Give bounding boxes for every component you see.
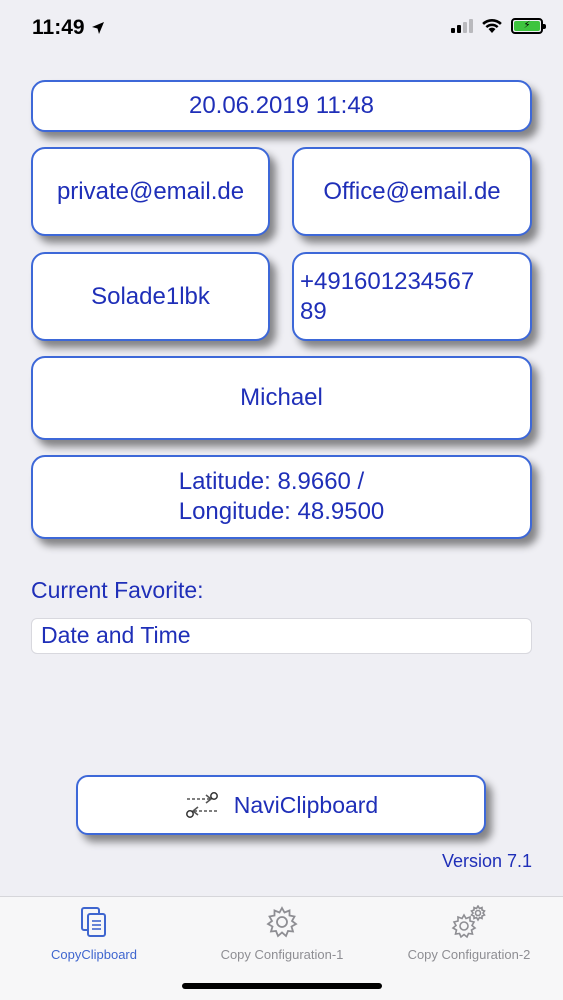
status-indicators: ⚡ — [451, 18, 546, 34]
private-email-value: private@email.de — [56, 177, 245, 205]
status-time: 11:49 — [32, 16, 85, 39]
password-value: Solade1lbk — [91, 282, 210, 310]
tab-copy-configuration-1-label: Copy Configuration-1 — [220, 947, 344, 962]
datetime-card[interactable]: 20.06.2019 11:48 — [31, 80, 532, 132]
tab-copy-configuration-2-label: Copy Configuration-2 — [407, 947, 531, 962]
office-email-value: Office@email.de — [323, 177, 501, 205]
home-indicator — [182, 983, 382, 989]
tab-copyclipboard-label: CopyClipboard — [51, 947, 137, 962]
current-favorite-value: Date and Time — [41, 622, 191, 648]
status-bar: 11:49 ⚡ — [0, 0, 563, 56]
wifi-icon — [482, 18, 502, 33]
coordinates-card[interactable]: Latitude: 8.9660 / Longitude: 48.9500 — [31, 455, 532, 539]
location-arrow-icon — [91, 22, 104, 34]
tab-copyclipboard[interactable]: CopyClipboard — [0, 905, 188, 962]
office-email-card[interactable]: Office@email.de — [292, 147, 532, 236]
phone-value: +491601234567 89 — [300, 267, 475, 325]
password-card[interactable]: Solade1lbk — [31, 252, 270, 341]
current-favorite-field[interactable]: Date and Time — [31, 618, 532, 654]
name-card[interactable]: Michael — [31, 356, 532, 440]
naviclipboard-button[interactable]: NaviClipboard — [76, 775, 486, 835]
clipboard-documents-icon — [79, 905, 109, 939]
naviclipboard-label: NaviClipboard — [233, 791, 379, 818]
route-map-icon — [185, 792, 218, 818]
tab-copy-configuration-2[interactable]: Copy Configuration-2 — [375, 905, 563, 962]
gears-icon — [451, 905, 487, 939]
status-time-group: 11:49 — [32, 16, 105, 40]
current-favorite-label: Current Favorite: — [31, 577, 204, 603]
private-email-card[interactable]: private@email.de — [31, 147, 270, 236]
name-value: Michael — [240, 384, 323, 411]
version-label: Version 7.1 — [441, 851, 532, 871]
datetime-value: 20.06.2019 11:48 — [188, 92, 375, 119]
cellular-signal-icon — [451, 19, 473, 33]
battery-charging-icon: ⚡ — [511, 18, 546, 34]
coordinates-value: Latitude: 8.9660 / Longitude: 48.9500 — [178, 468, 385, 525]
phone-card[interactable]: +491601234567 89 — [292, 252, 532, 341]
gear-icon — [265, 905, 299, 939]
tab-copy-configuration-1[interactable]: Copy Configuration-1 — [188, 905, 376, 962]
